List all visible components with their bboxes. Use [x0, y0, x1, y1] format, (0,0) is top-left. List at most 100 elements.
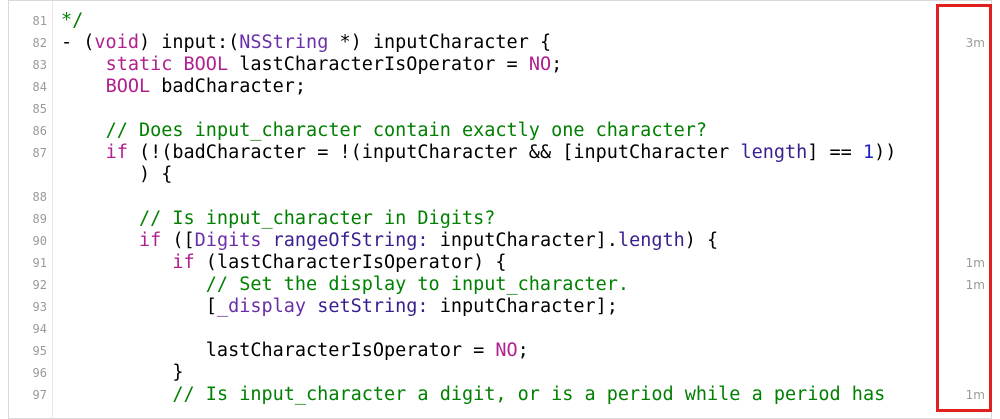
code-line[interactable]: 82 - (void) input:(NSString *) inputChara…	[9, 32, 991, 54]
code-line[interactable]: ) {	[9, 164, 991, 186]
code-line[interactable]: 91 if (lastCharacterIsOperator) { 1m	[9, 252, 991, 274]
code-token-method: rangeOfString:	[272, 230, 429, 251]
code-token-plain: badCharacter;	[150, 76, 307, 97]
code-text: BOOL badCharacter;	[61, 76, 307, 98]
code-token-keyword: BOOL	[183, 54, 229, 75]
line-number: 94	[32, 322, 47, 336]
code-token-plain: ) {	[684, 230, 719, 251]
coverage-count: 1m	[965, 278, 985, 292]
code-line[interactable]: 94	[9, 318, 991, 340]
code-text: // Is input_character in Digits?	[61, 208, 495, 230]
line-number: 87	[32, 146, 47, 160]
code-token-plain: ([	[161, 230, 195, 251]
code-token-keyword: NO	[528, 54, 552, 75]
code-token-type: _display	[216, 296, 307, 317]
code-line[interactable]: 88	[9, 186, 991, 208]
code-text: */	[61, 10, 83, 32]
code-token-plain: ;	[517, 340, 529, 361]
code-line[interactable]: 89 // Is input_character in Digits?	[9, 208, 991, 230]
code-token-method: length	[617, 230, 685, 251]
line-number: 91	[32, 256, 47, 270]
line-number: 82	[32, 36, 47, 50]
line-number: 85	[32, 102, 47, 116]
code-line[interactable]: 83 static BOOL lastCharacterIsOperator =…	[9, 54, 991, 76]
line-number: 83	[32, 58, 47, 72]
code-line[interactable]: 92 // Set the display to input_character…	[9, 274, 991, 296]
code-line[interactable]: 95 lastCharacterIsOperator = NO;	[9, 340, 991, 362]
code-text: [_display setString: inputCharacter];	[61, 296, 618, 318]
code-token-keyword: if	[105, 142, 128, 163]
code-text: lastCharacterIsOperator = NO;	[61, 340, 529, 362]
code-token-type: NSString	[239, 32, 329, 53]
code-token-keyword: if	[172, 252, 195, 273]
code-token-plain: (!(badCharacter = !(inputCharacter && [i…	[127, 142, 741, 163]
code-token-plain: ) {	[61, 164, 173, 185]
code-token-plain: ;	[551, 54, 563, 75]
code-token-plain: ] ==	[807, 142, 863, 163]
coverage-count: 3m	[965, 36, 985, 50]
code-token-comment: */	[61, 10, 84, 31]
code-text: if (lastCharacterIsOperator) {	[61, 252, 507, 274]
code-text: static BOOL lastCharacterIsOperator = NO…	[61, 54, 563, 76]
code-token-keyword: NO	[495, 340, 518, 361]
code-token-keyword: BOOL	[105, 76, 151, 97]
code-line[interactable]: 93 [_display setString: inputCharacter];	[9, 296, 991, 318]
code-line[interactable]: 85	[9, 98, 991, 120]
line-number: 93	[32, 300, 47, 314]
code-line[interactable]: 84 BOOL badCharacter;	[9, 76, 991, 98]
coverage-count: 1m	[965, 388, 985, 402]
line-number: 84	[32, 80, 47, 94]
code-text: // Is input_character a digit, or is a p…	[61, 384, 885, 406]
line-number: 86	[32, 124, 47, 138]
code-text: ) {	[61, 164, 172, 186]
line-number: 96	[32, 366, 47, 380]
code-token-plain: inputCharacter].	[428, 230, 618, 251]
line-number: 92	[32, 278, 47, 292]
code-token-plain: [	[61, 296, 217, 317]
code-editor[interactable]: 81 */ 82 - (void) input:(NSString *) inputC…	[8, 0, 992, 419]
code-text: if (!(badCharacter = !(inputCharacter &&…	[61, 142, 897, 164]
code-token-plain: inputCharacter];	[428, 296, 618, 317]
code-token-comment: // Set the display to input_character.	[205, 274, 630, 295]
code-token-comment: // Is input_character a digit, or is a p…	[172, 384, 886, 405]
code-token-comment: // Is input_character in Digits?	[138, 208, 496, 229]
code-token-number: 1	[862, 142, 875, 163]
code-line[interactable]: 87 if (!(badCharacter = !(inputCharacter…	[9, 142, 991, 164]
code-token-plain: ))	[874, 142, 897, 163]
code-token-comment: // Does input_character contain exactly …	[105, 120, 708, 141]
code-token-plain: lastCharacterIsOperator =	[228, 54, 529, 75]
code-token-plain: lastCharacterIsOperator =	[61, 340, 496, 361]
code-token-plain: }	[61, 362, 184, 383]
line-number: 88	[32, 190, 47, 204]
code-line[interactable]: 90 if ([Digits rangeOfString: inputChara…	[9, 230, 991, 252]
line-number: 97	[32, 388, 47, 402]
code-line[interactable]: 97 // Is input_character a digit, or is …	[9, 384, 991, 406]
code-token-plain: (lastCharacterIsOperator) {	[194, 252, 507, 273]
code-line[interactable]: 86 // Does input_character contain exact…	[9, 120, 991, 142]
line-number: 81	[32, 14, 47, 28]
code-text: // Set the display to input_character.	[61, 274, 629, 296]
code-token-method: setString:	[317, 296, 429, 317]
line-number: 89	[32, 212, 47, 226]
code-token-plain: ) input:(	[138, 32, 240, 53]
code-text: if ([Digits rangeOfString: inputCharacte…	[61, 230, 718, 252]
code-line[interactable]: 81 */	[9, 10, 991, 32]
code-token-plain: - (	[61, 32, 95, 53]
coverage-count: 1m	[965, 256, 985, 270]
code-token-method: length	[740, 142, 808, 163]
code-text: // Does input_character contain exactly …	[61, 120, 707, 142]
code-line[interactable]: 96 }	[9, 362, 991, 384]
code-lines: 81 */ 82 - (void) input:(NSString *) inputC…	[9, 10, 991, 406]
code-token-plain: *) inputCharacter {	[328, 32, 552, 53]
